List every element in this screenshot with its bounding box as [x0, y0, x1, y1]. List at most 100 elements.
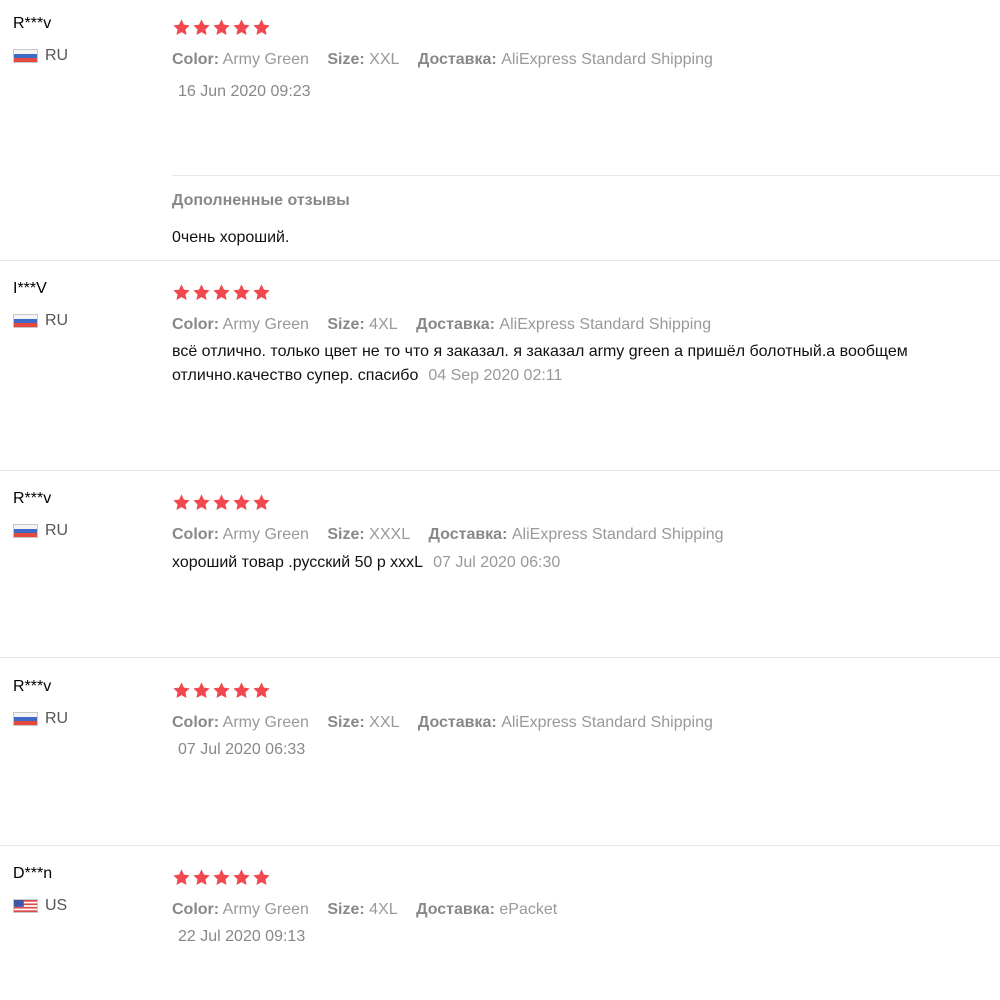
- shipping-value: AliExpress Standard Shipping: [511, 526, 724, 543]
- star-rating: [172, 18, 271, 38]
- country-code: RU: [45, 522, 69, 539]
- star-icon: [252, 493, 271, 512]
- star-icon: [212, 681, 231, 700]
- reviewer-name: R***v: [13, 678, 52, 695]
- review-divider: [0, 260, 1000, 261]
- star-icon: [252, 868, 271, 887]
- russia-flag-icon: [13, 712, 38, 726]
- review-attributes: Color: Army Green Size: XXXL Доставка: A…: [172, 525, 738, 545]
- review-divider: [0, 845, 1000, 846]
- review-divider: [0, 470, 1000, 471]
- color-label: Color:: [172, 51, 220, 68]
- review-attributes: Color: Army Green Size: XXL Доставка: Al…: [172, 50, 727, 70]
- color-value: Army Green: [222, 526, 309, 543]
- size-label: Size:: [327, 714, 365, 731]
- shipping-label: Доставка:: [417, 714, 497, 731]
- star-icon: [252, 283, 271, 302]
- star-icon: [232, 868, 251, 887]
- followup-text: 0чень хороший.: [172, 229, 290, 246]
- star-icon: [172, 681, 191, 700]
- country-code: US: [45, 897, 68, 914]
- star-icon: [252, 681, 271, 700]
- reviewer-name: R***v: [13, 15, 52, 32]
- reviewer-name: D***n: [13, 865, 53, 882]
- star-icon: [192, 868, 211, 887]
- size-label: Size:: [327, 526, 365, 543]
- followup-title: Дополненные отзывы: [172, 192, 350, 209]
- review-date: 07 Jul 2020 06:30: [433, 554, 561, 571]
- size-value: XXXL: [369, 526, 411, 543]
- star-icon: [172, 493, 191, 512]
- shipping-label: Доставка:: [416, 316, 495, 333]
- shipping-value: AliExpress Standard Shipping: [499, 316, 712, 333]
- review-body: хороший товар .русский 50 р xxxL: [172, 554, 424, 571]
- star-icon: [212, 868, 231, 887]
- color-label: Color:: [172, 901, 220, 918]
- star-icon: [172, 18, 191, 37]
- size-label: Size:: [327, 901, 365, 918]
- shipping-label: Доставка:: [416, 901, 495, 918]
- shipping-value: ePacket: [499, 901, 558, 918]
- star-icon: [212, 493, 231, 512]
- color-value: Army Green: [222, 51, 309, 68]
- size-label: Size:: [327, 51, 365, 68]
- reviewer-country: RU: [13, 311, 68, 331]
- star-icon: [232, 493, 251, 512]
- star-icon: [192, 681, 211, 700]
- usa-flag-icon: [13, 899, 38, 913]
- star-icon: [232, 18, 251, 37]
- russia-flag-icon: [13, 314, 38, 328]
- color-label: Color:: [172, 714, 220, 731]
- star-icon: [232, 283, 251, 302]
- star-icon: [172, 868, 191, 887]
- star-icon: [212, 18, 231, 37]
- star-rating: [172, 283, 271, 303]
- country-code: RU: [45, 710, 69, 727]
- color-value: Army Green: [222, 901, 309, 918]
- review-attributes: Color: Army Green Size: 4XL Доставка: Al…: [172, 315, 725, 335]
- review-text: всё отлично. только цвет не то что я зак…: [172, 340, 987, 388]
- review-date: 22 Jul 2020 09:13: [178, 928, 306, 945]
- country-code: RU: [45, 312, 69, 329]
- color-label: Color:: [172, 316, 220, 333]
- reviewer-name: R***v: [13, 490, 52, 507]
- reviewer-country: US: [13, 896, 67, 916]
- star-icon: [192, 18, 211, 37]
- shipping-value: AliExpress Standard Shipping: [501, 714, 713, 731]
- review-attributes: Color: Army Green Size: XXL Доставка: Al…: [172, 713, 727, 733]
- shipping-label: Доставка:: [417, 51, 497, 68]
- star-rating: [172, 493, 271, 513]
- review-date: 16 Jun 2020 09:23: [178, 83, 311, 100]
- review-date: 07 Jul 2020 06:33: [178, 741, 306, 758]
- reviewer-country: RU: [13, 709, 68, 729]
- size-value: 4XL: [369, 316, 398, 333]
- color-value: Army Green: [222, 714, 309, 731]
- star-icon: [192, 283, 211, 302]
- star-icon: [172, 283, 191, 302]
- shipping-value: AliExpress Standard Shipping: [501, 51, 713, 68]
- star-icon: [232, 681, 251, 700]
- star-icon: [212, 283, 231, 302]
- reviewer-name: I***V: [13, 280, 47, 297]
- reviewer-country: RU: [13, 521, 68, 541]
- review-attributes: Color: Army Green Size: 4XL Доставка: eP…: [172, 900, 571, 920]
- star-rating: [172, 681, 271, 701]
- size-label: Size:: [327, 316, 365, 333]
- review-date: 04 Sep 2020 02:11: [428, 367, 563, 384]
- review-divider: [0, 657, 1000, 658]
- star-rating: [172, 868, 271, 888]
- size-value: XXL: [369, 714, 400, 731]
- country-code: RU: [45, 47, 69, 64]
- review-text: хороший товар .русский 50 р xxxL 07 Jul 2…: [172, 551, 987, 575]
- color-value: Army Green: [222, 316, 309, 333]
- size-value: XXL: [369, 51, 400, 68]
- russia-flag-icon: [13, 49, 38, 63]
- color-label: Color:: [172, 526, 220, 543]
- reviewer-country: RU: [13, 46, 68, 66]
- star-icon: [252, 18, 271, 37]
- russia-flag-icon: [13, 524, 38, 538]
- star-icon: [192, 493, 211, 512]
- followup-divider: [172, 175, 1000, 176]
- size-value: 4XL: [369, 901, 398, 918]
- shipping-label: Доставка:: [428, 526, 508, 543]
